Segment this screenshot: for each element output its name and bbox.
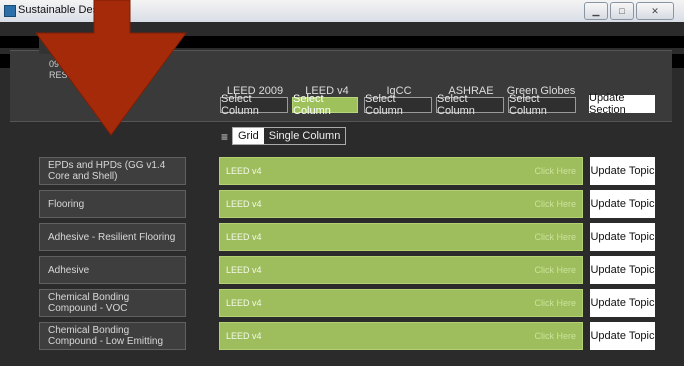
click-here-link[interactable]: Click Here	[534, 199, 576, 209]
topic-bar-text: LEED v4	[226, 199, 262, 209]
tab-section[interactable]: Su	[39, 36, 109, 54]
click-here-link[interactable]: Click Here	[534, 232, 576, 242]
menu-icon[interactable]: ≡	[221, 130, 228, 144]
minimize-icon[interactable]: ▁	[584, 2, 608, 20]
topic-label: Adhesive - Resilient Flooring	[39, 223, 186, 251]
select-column-green-globes-button[interactable]: Select Column	[508, 93, 576, 117]
topic-label: EPDs and HPDs (GG v1.4 Core and Shell)	[39, 157, 186, 185]
topic-bar[interactable]: LEED v4 Click Here	[219, 256, 583, 284]
topic-bar[interactable]: LEED v4 Click Here	[219, 289, 583, 317]
view-grid-button[interactable]: Grid	[233, 128, 264, 144]
select-column-igcc-button[interactable]: Select Column	[364, 93, 432, 117]
click-here-link[interactable]: Click Here	[534, 331, 576, 341]
section-identifier: 096519 RESILIE 3	[49, 59, 149, 81]
topic-bar[interactable]: LEED v4 Click Here	[219, 190, 583, 218]
view-single-column-button[interactable]: Single Column	[263, 128, 346, 144]
section-title: RESILIE 3	[49, 70, 149, 80]
topic-bar-text: LEED v4	[226, 298, 262, 308]
select-column-ashrae-button[interactable]: Select Column	[436, 93, 504, 117]
select-column-leed-2009-button[interactable]: Select Column	[220, 93, 288, 117]
update-topic-button[interactable]: Update Topic	[590, 256, 655, 284]
topic-bar[interactable]: LEED v4 Click Here	[219, 223, 583, 251]
view-toggle: Grid Single Column	[232, 127, 347, 145]
update-topic-button[interactable]: Update Topic	[590, 157, 655, 185]
update-topic-button[interactable]: Update Topic	[590, 190, 655, 218]
close-icon[interactable]: ✕	[636, 2, 674, 20]
topic-bar[interactable]: LEED v4 Click Here	[219, 157, 583, 185]
topic-bar-text: LEED v4	[226, 265, 262, 275]
update-topic-button[interactable]: Update Topic	[590, 223, 655, 251]
click-here-link[interactable]: Click Here	[534, 298, 576, 308]
topic-bar-text: LEED v4	[226, 232, 262, 242]
update-topic-button[interactable]: Update Topic	[590, 322, 655, 350]
window-title: Sustainable Design	[18, 4, 113, 16]
topic-bar-text: LEED v4	[226, 166, 262, 176]
select-column-leed-v4-button[interactable]: Select Column	[292, 93, 358, 117]
topic-label: Chemical Bonding Compound - Low Emitting	[39, 322, 186, 350]
window-controls: ▁ □ ✕	[584, 2, 674, 20]
topic-label: Flooring	[39, 190, 186, 218]
click-here-link[interactable]: Click Here	[534, 265, 576, 275]
update-section-button[interactable]: Update Section	[589, 92, 655, 116]
topic-label: Chemical Bonding Compound - VOC	[39, 289, 186, 317]
topic-bar[interactable]: LEED v4 Click Here	[219, 322, 583, 350]
topic-label: Adhesive	[39, 256, 186, 284]
app-icon	[4, 5, 16, 17]
maximize-icon[interactable]: □	[610, 2, 634, 20]
topic-bar-text: LEED v4	[226, 331, 262, 341]
update-topic-button[interactable]: Update Topic	[590, 289, 655, 317]
click-here-link[interactable]: Click Here	[534, 166, 576, 176]
section-number: 096519	[49, 59, 80, 69]
